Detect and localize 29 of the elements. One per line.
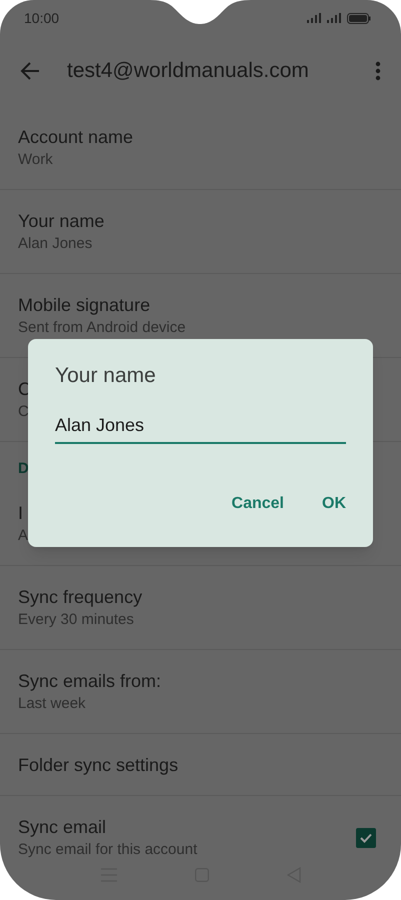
name-input-field[interactable]: Alan Jones — [55, 412, 346, 444]
setting-summary: A — [18, 526, 30, 546]
setting-title[interactable]: Account name — [18, 124, 376, 148]
setting-title[interactable]: Mobile signature — [18, 292, 376, 316]
signal-icon — [327, 13, 342, 23]
section-header: D — [18, 458, 29, 478]
dialog-title: Your name — [55, 363, 157, 389]
status-time: 10:00 — [24, 8, 60, 28]
signal-icon — [307, 13, 322, 23]
setting-title[interactable]: Folder sync settings — [18, 752, 376, 776]
battery-icon — [347, 12, 371, 24]
setting-summary: C — [18, 402, 30, 422]
setting-summary: Sent from Android device — [18, 318, 187, 338]
setting-summary: Last week — [18, 694, 87, 714]
setting-title[interactable]: Sync email — [18, 814, 356, 838]
account-title: test4@worldmanuals.com — [67, 58, 310, 84]
checkbox[interactable] — [356, 828, 376, 848]
setting-summary: Alan Jones — [18, 234, 94, 254]
back-arrow-icon[interactable] — [20, 62, 40, 80]
more-options-icon[interactable] — [375, 61, 381, 81]
dialog-button[interactable]: OK — [314, 488, 354, 520]
setting-title[interactable]: Sync emails from: — [18, 668, 376, 692]
check-icon — [360, 832, 372, 842]
setting-title[interactable]: Sync frequency — [18, 584, 376, 608]
setting-summary: Work — [18, 150, 54, 170]
dialog-button[interactable]: Cancel — [224, 488, 292, 520]
setting-summary: Every 30 minutes — [18, 610, 135, 630]
setting-summary: Sync email for this account — [18, 840, 198, 860]
setting-title[interactable]: Your name — [18, 208, 376, 232]
